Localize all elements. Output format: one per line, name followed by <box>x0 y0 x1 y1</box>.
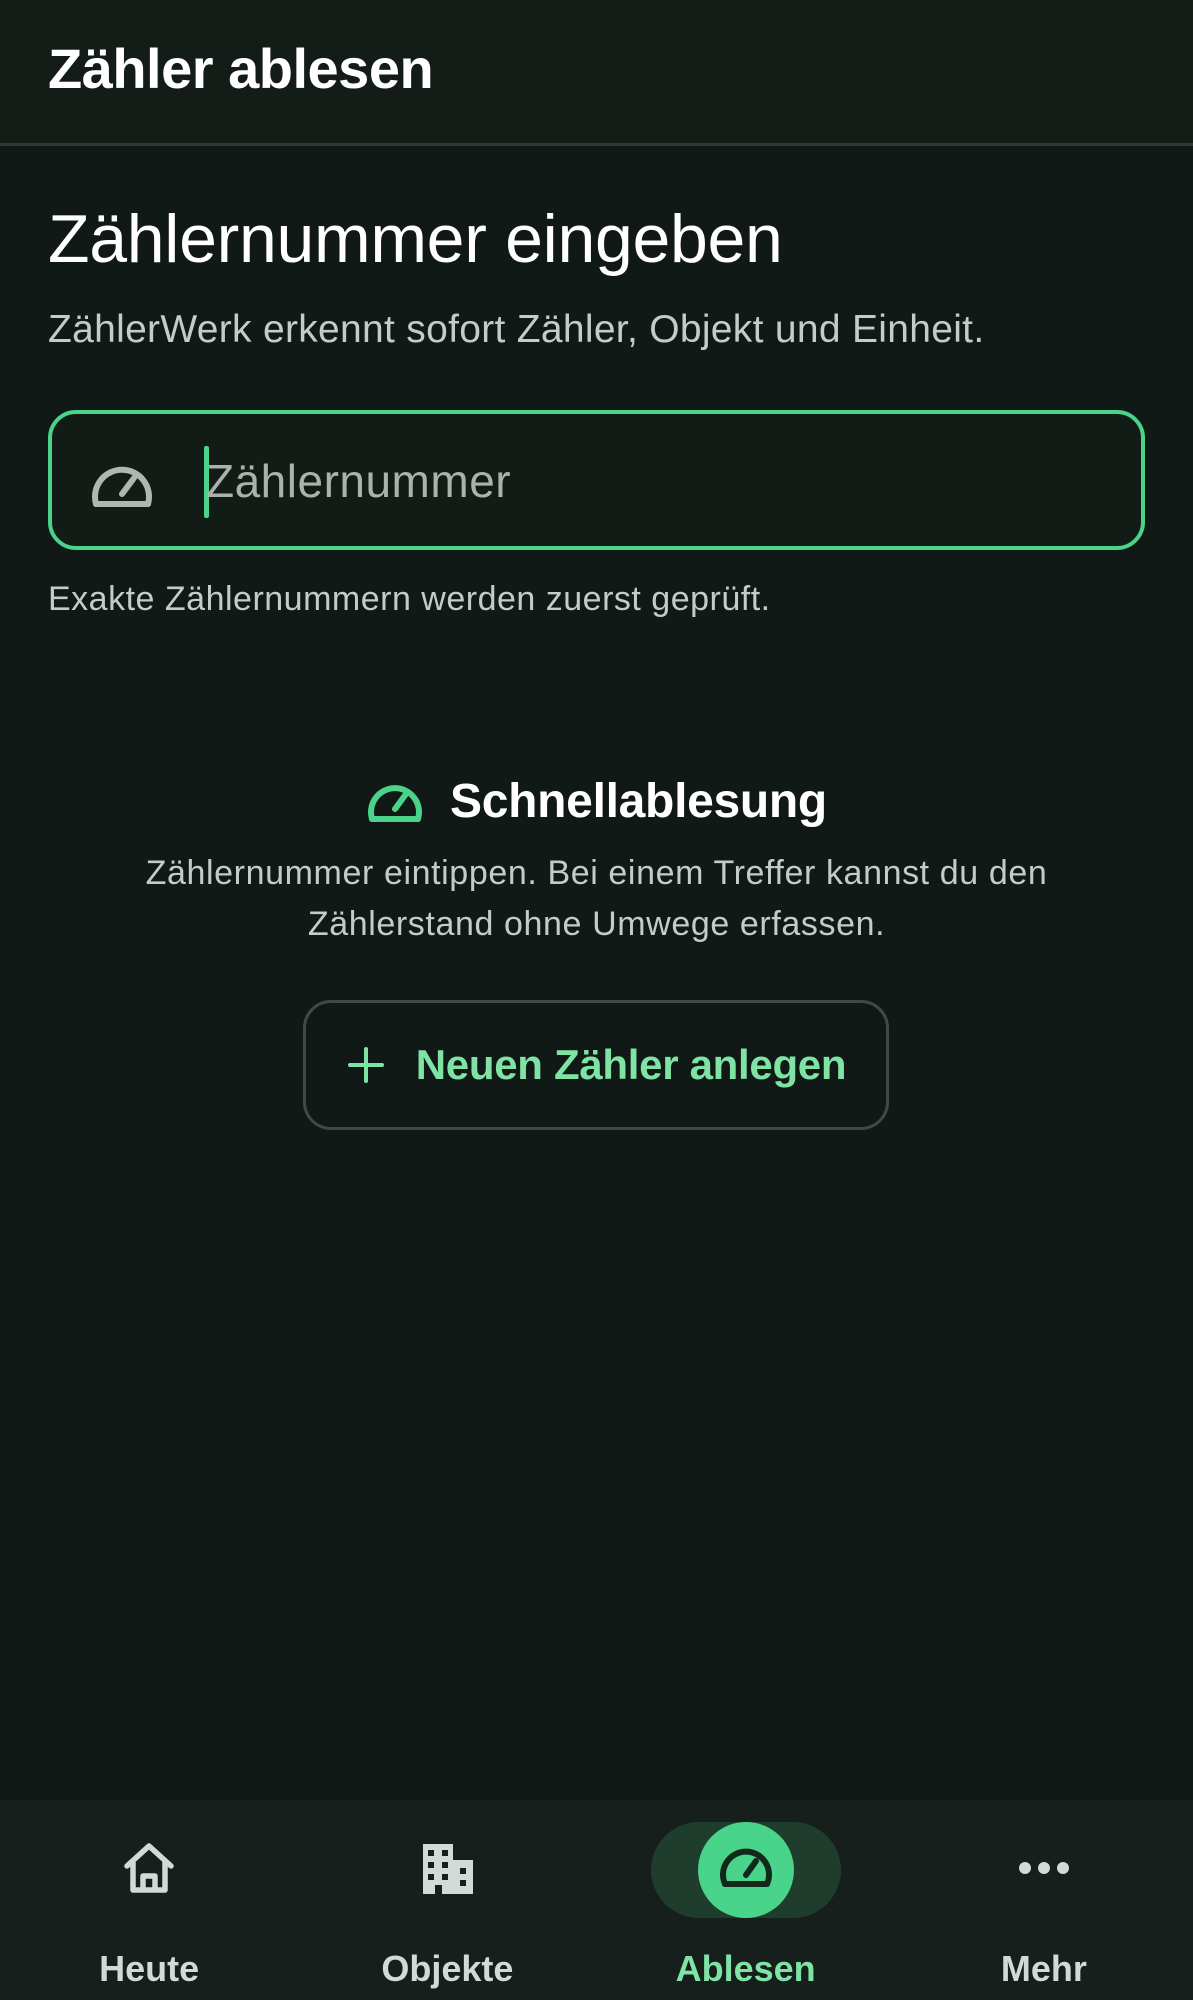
quick-reading-description: Zählernummer eintippen. Bei einem Treffe… <box>145 854 1048 943</box>
active-indicator-pill <box>650 1822 841 1918</box>
bottom-navigation: Heute Objekte Ablesen Mehr <box>0 1800 1193 2000</box>
nav-item-heute[interactable]: Heute <box>0 1800 298 2000</box>
meter-number-input[interactable] <box>206 436 1106 526</box>
gauge-icon <box>90 454 154 510</box>
quick-reading-header: Schnellablesung <box>0 770 1193 832</box>
add-meter-button[interactable]: Neuen Zähler anlegen <box>303 1000 889 1130</box>
nav-label-heute: Heute <box>99 1948 200 1989</box>
app-screen: Zähler ablesen Zählernummer eingeben Zäh… <box>0 0 1193 2000</box>
nav-item-mehr[interactable]: Mehr <box>895 1800 1193 2000</box>
plus-icon <box>346 1045 386 1085</box>
building-icon <box>417 1838 477 1903</box>
page-subheading: ZählerWerk erkennt sofort Zähler, Objekt… <box>48 308 985 351</box>
page-heading: Zählernummer eingeben <box>48 201 783 277</box>
meter-number-field[interactable] <box>48 410 1145 550</box>
top-app-bar: Zähler ablesen <box>0 0 1193 146</box>
nav-label-ablesen: Ablesen <box>675 1948 816 1989</box>
home-icon <box>119 1838 179 1903</box>
meter-input-helper-text: Exakte Zählernummern werden zuerst geprü… <box>48 580 771 618</box>
nav-item-ablesen[interactable]: Ablesen <box>597 1800 895 2000</box>
quick-reading-title: Schnellablesung <box>450 774 827 828</box>
nav-item-objekte[interactable]: Objekte <box>298 1800 596 2000</box>
add-meter-button-label: Neuen Zähler anlegen <box>415 1041 847 1088</box>
more-horizontal-icon <box>1014 1838 1074 1903</box>
gauge-icon <box>716 1838 776 1903</box>
nav-label-mehr: Mehr <box>1000 1948 1087 1989</box>
app-bar-title: Zähler ablesen <box>48 37 434 100</box>
gauge-icon <box>366 773 424 830</box>
nav-label-objekte: Objekte <box>381 1948 514 1989</box>
